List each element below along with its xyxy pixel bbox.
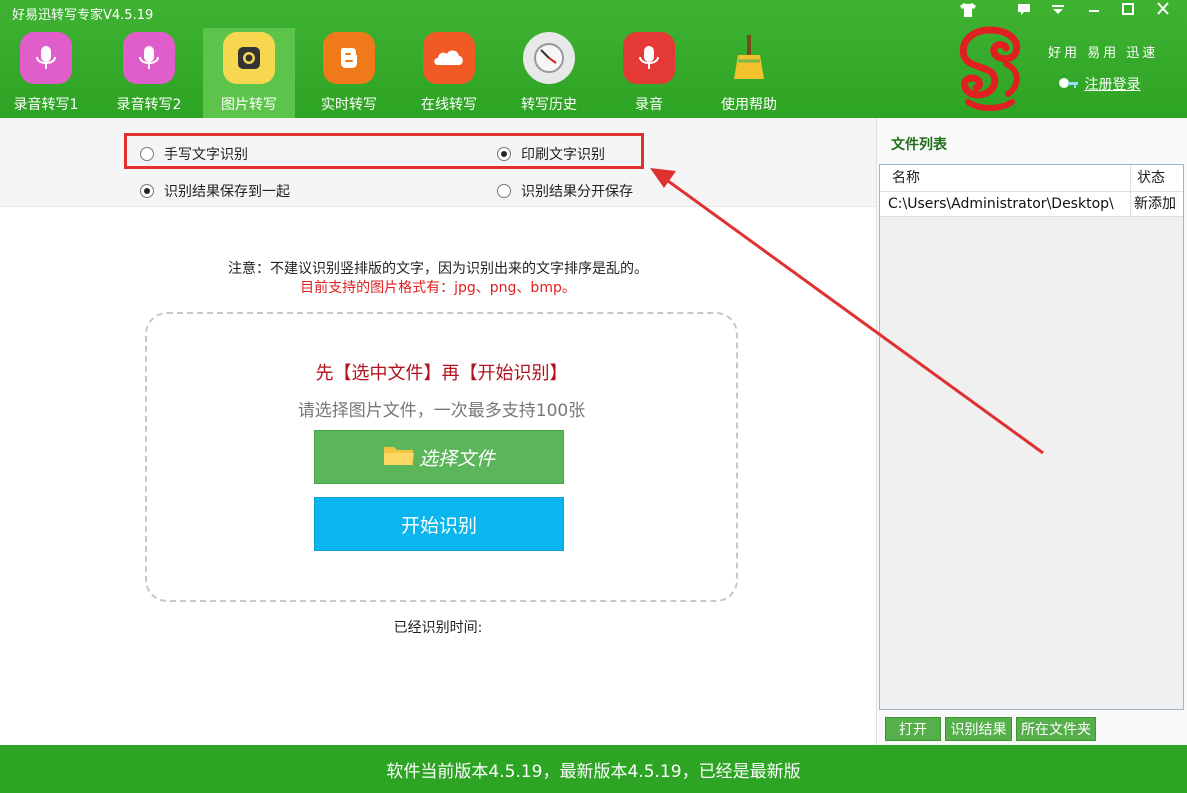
toolbar-item-3[interactable]: 图片转写 bbox=[203, 28, 295, 118]
elapsed-time-label: 已经识别时间: bbox=[393, 620, 483, 636]
column-header-name[interactable]: 名称 bbox=[892, 165, 920, 191]
minimize-icon[interactable] bbox=[1082, 2, 1106, 20]
camera-icon bbox=[223, 32, 275, 84]
key-icon bbox=[1058, 77, 1084, 93]
toolbar-item-7[interactable]: 录音 bbox=[603, 28, 695, 118]
start-recognition-label: 开始识别 bbox=[400, 514, 477, 537]
file-name-cell: C:\Users\Administrator\Desktop\ bbox=[888, 196, 1114, 212]
mic-record-icon bbox=[623, 32, 675, 84]
radio-save-separate-label: 识别结果分开保存 bbox=[521, 184, 633, 200]
annotation-highlight-box bbox=[124, 133, 644, 169]
register-login-label: 注册登录 bbox=[1084, 77, 1141, 93]
toolbar-item-4[interactable]: 实时转写 bbox=[303, 28, 395, 118]
clock-icon bbox=[523, 32, 575, 84]
open-folder-button[interactable]: 所在文件夹 bbox=[1016, 717, 1096, 741]
register-login-link[interactable]: 注册登录 bbox=[1058, 74, 1140, 94]
microphone-icon bbox=[20, 32, 72, 84]
cloud-icon bbox=[423, 32, 475, 84]
maximize-icon[interactable] bbox=[1116, 2, 1140, 20]
toolbar-item-label: 录音 bbox=[635, 97, 663, 113]
select-hint: 请选择图片文件，一次最多支持100张 bbox=[297, 401, 586, 421]
menu-icon[interactable] bbox=[1046, 2, 1070, 20]
file-list-table[interactable]: 名称 状态 C:\Users\Administrator\Desktop\ 新添… bbox=[879, 164, 1184, 710]
app-title: 好易迅转写专家V4.5.19 bbox=[12, 8, 154, 23]
toolbar-item-8[interactable]: 使用帮助 bbox=[703, 28, 795, 118]
version-status-text: 软件当前版本4.5.19，最新版本4.5.19，已经是最新版 bbox=[386, 761, 801, 782]
title-bar: 好易迅转写专家V4.5.19 录音转写1 录音转写2 图片转写 实时转写 在线转写 转写历… bbox=[0, 0, 1187, 118]
start-recognition-button[interactable]: 开始识别 bbox=[314, 497, 564, 551]
open-button[interactable]: 打开 bbox=[885, 717, 941, 741]
toolbar-item-label: 录音转写2 bbox=[116, 97, 182, 113]
toolbar-item-1[interactable]: 录音转写1 bbox=[0, 28, 92, 118]
radio-dot bbox=[140, 184, 154, 198]
select-file-button[interactable]: 选择文件 bbox=[314, 430, 564, 484]
toolbar-item-label: 图片转写 bbox=[221, 97, 277, 113]
file-list-header: 名称 状态 bbox=[880, 165, 1183, 192]
select-file-label: 选择文件 bbox=[418, 447, 495, 470]
status-bar: 软件当前版本4.5.19，最新版本4.5.19，已经是最新版 bbox=[0, 745, 1187, 793]
toolbar-item-label: 录音转写1 bbox=[13, 97, 79, 113]
radio-save-together-label: 识别结果保存到一起 bbox=[164, 184, 290, 200]
toolbar-item-5[interactable]: 在线转写 bbox=[403, 28, 495, 118]
step-instruction: 先【选中文件】再【开始识别】 bbox=[315, 363, 568, 384]
radio-save-together[interactable]: 识别结果保存到一起 bbox=[140, 181, 290, 201]
slogan: 好用 易用 迅速 bbox=[1048, 46, 1159, 61]
radio-dot bbox=[497, 184, 511, 198]
notice-text: 注意：不建议识别竖排版的文字，因为识别出来的文字排序是乱的。 bbox=[228, 261, 648, 277]
toolbar-item-2[interactable]: 录音转写2 bbox=[103, 28, 195, 118]
file-list-title: 文件列表 bbox=[891, 137, 947, 153]
blogger-icon bbox=[323, 32, 375, 84]
toolbar-item-label: 实时转写 bbox=[321, 97, 377, 113]
table-row[interactable]: C:\Users\Administrator\Desktop\ 新添加 bbox=[880, 192, 1183, 217]
brand-logo bbox=[950, 24, 1030, 120]
column-header-status[interactable]: 状态 bbox=[1137, 165, 1165, 191]
message-icon[interactable] bbox=[1012, 2, 1036, 20]
folder-icon bbox=[383, 443, 415, 472]
microphone-icon bbox=[123, 32, 175, 84]
supported-formats-text: 目前支持的图片格式有：jpg、png、bmp。 bbox=[300, 280, 576, 296]
file-status-cell: 新添加 bbox=[1134, 196, 1176, 212]
toolbar-item-6[interactable]: 转写历史 bbox=[503, 28, 595, 118]
toolbar-item-label: 在线转写 bbox=[421, 97, 477, 113]
skin-icon[interactable] bbox=[956, 2, 980, 22]
toolbar-item-label: 转写历史 bbox=[521, 97, 577, 113]
radio-save-separate[interactable]: 识别结果分开保存 bbox=[497, 181, 633, 201]
close-icon[interactable] bbox=[1151, 2, 1175, 20]
toolbar-item-label: 使用帮助 bbox=[721, 97, 777, 113]
recognition-result-button[interactable]: 识别结果 bbox=[945, 717, 1012, 741]
broom-icon bbox=[723, 32, 775, 84]
